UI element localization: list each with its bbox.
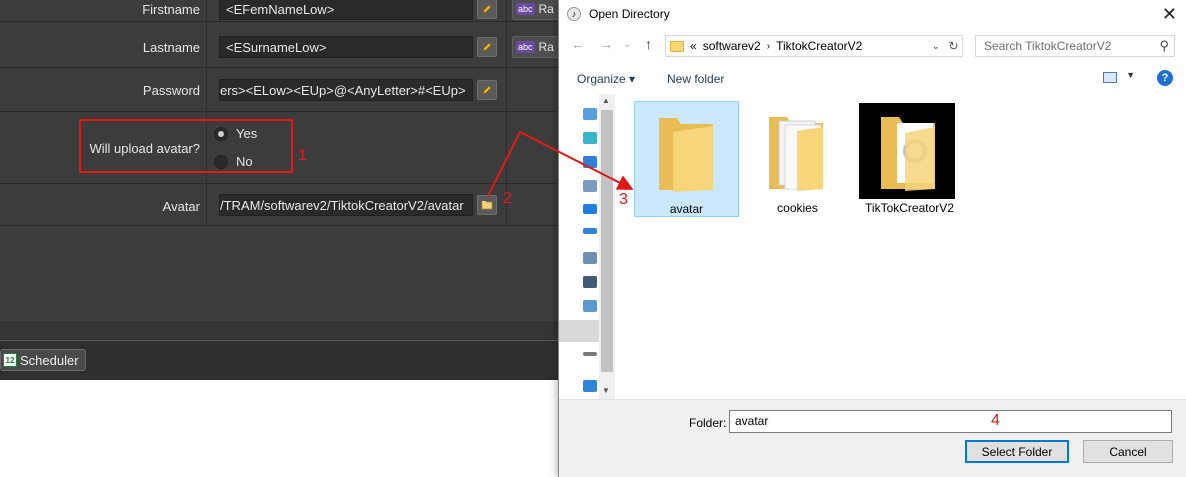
dialog-title: Open Directory	[589, 7, 670, 21]
annotation-3: 3	[619, 191, 628, 208]
folder-name: cookies	[777, 201, 818, 215]
scroll-down-icon[interactable]: ▼	[602, 386, 610, 395]
dialog-toolbar: Organize ▾ New folder ▼ ?	[559, 64, 1186, 94]
cancel-button[interactable]: Cancel	[1083, 440, 1173, 463]
scroll-up-icon[interactable]: ▲	[602, 96, 610, 105]
back-arrow-icon[interactable]: ←	[571, 36, 585, 52]
new-folder-button[interactable]: New folder	[667, 72, 724, 86]
avatar-row: Avatar /TRAM/softwarev2/TiktokCreatorV2/…	[0, 184, 560, 226]
random-button-label: Ra	[538, 40, 554, 54]
drive-icon[interactable]	[583, 300, 597, 312]
avatar-browse-button[interactable]	[477, 195, 497, 215]
password-label: Password	[142, 83, 200, 98]
avatar-label: Avatar	[162, 199, 200, 214]
videos-icon[interactable]	[583, 276, 597, 288]
folder-with-documents-icon	[769, 117, 823, 191]
folder-name: avatar	[669, 202, 704, 216]
close-icon[interactable]: ✕	[1162, 4, 1177, 25]
avatar-path-input[interactable]: /TRAM/softwarev2/TiktokCreatorV2/avatar	[219, 194, 473, 216]
firstname-input[interactable]: <EFemNameLow>	[219, 0, 473, 20]
search-placeholder: Search TiktokCreatorV2	[984, 39, 1112, 53]
navigation-bar: ← → ⌄ ↑ « softwarev2 › TiktokCreatorV2 ⌄…	[559, 32, 1186, 60]
annotation-1: 1	[298, 147, 307, 164]
abc-icon: abc	[516, 41, 535, 53]
music-icon[interactable]	[583, 228, 597, 234]
calendar-icon: 12	[3, 353, 17, 367]
this-pc-icon[interactable]	[583, 108, 597, 120]
breadcrumb-tiktokcreatorv2[interactable]: TiktokCreatorV2	[776, 39, 862, 53]
navigation-pane: ▲ ▼	[559, 94, 615, 399]
folder-item-avatar[interactable]: avatar	[634, 101, 739, 217]
objects-icon[interactable]	[583, 132, 597, 144]
nav-selected-item[interactable]	[559, 320, 603, 342]
folder-item-cookies[interactable]: cookies	[745, 101, 850, 217]
scheduler-label: Scheduler	[20, 352, 79, 368]
network-icon[interactable]	[583, 380, 597, 392]
background-app: Firstname <EFemNameLow> abc Ra Lastname …	[0, 0, 560, 380]
folder-name-input[interactable]: avatar	[729, 410, 1172, 433]
password-edit-button[interactable]	[477, 80, 497, 100]
firstname-row: Firstname <EFemNameLow> abc Ra	[0, 0, 560, 22]
scrollbar-thumb[interactable]	[601, 110, 613, 372]
folder-name: TikTokCreatorV2	[865, 201, 954, 215]
annotation-4: 4	[991, 412, 1000, 429]
annotation-2: 2	[503, 190, 512, 207]
password-value: ers><ELow><EUp>@<AnyLetter>#<EUp>	[220, 83, 466, 98]
refresh-icon[interactable]: ↻	[945, 35, 963, 57]
pencil-icon	[482, 42, 492, 52]
firstname-label: Firstname	[142, 2, 200, 17]
search-input[interactable]: Search TiktokCreatorV2 ⚲	[975, 35, 1175, 57]
folder-icon	[659, 118, 713, 192]
bottom-toolbar: 12 Scheduler	[0, 340, 560, 380]
address-bar[interactable]: « softwarev2 › TiktokCreatorV2 ⌄	[665, 35, 963, 57]
pencil-icon	[482, 4, 492, 14]
desktop-icon[interactable]	[583, 156, 597, 168]
view-options-icon[interactable]	[1103, 72, 1117, 83]
help-icon[interactable]: ?	[1157, 70, 1173, 86]
status-strip	[0, 322, 560, 340]
folder-icon	[481, 201, 493, 210]
open-directory-dialog: ♪ Open Directory ✕ ← → ⌄ ↑ « softwarev2 …	[558, 0, 1186, 477]
pictures-icon[interactable]	[583, 252, 597, 264]
abc-icon: abc	[516, 3, 535, 15]
search-icon: ⚲	[1159, 38, 1169, 53]
pencil-icon	[482, 85, 492, 95]
select-folder-button[interactable]: Select Folder	[965, 440, 1069, 463]
folder-label: Folder:	[689, 416, 727, 430]
documents-icon[interactable]	[583, 180, 597, 192]
firstname-random-button[interactable]: abc Ra	[512, 0, 560, 20]
dialog-footer: Folder: avatar 4 Select Folder Cancel	[559, 399, 1186, 477]
tiktok-app-icon: ♪	[567, 7, 581, 21]
view-dropdown-icon[interactable]: ▼	[1126, 70, 1135, 80]
lastname-row: Lastname <ESurnameLow> abc Ra	[0, 22, 560, 68]
firstname-edit-button[interactable]	[477, 0, 497, 19]
address-dropdown-icon[interactable]: ⌄	[932, 41, 940, 52]
lastname-input[interactable]: <ESurnameLow>	[219, 36, 473, 58]
random-button-label: Ra	[538, 2, 554, 16]
folder-with-gear-icon	[881, 117, 935, 191]
recent-chevron-icon[interactable]: ⌄	[623, 39, 631, 50]
organize-menu[interactable]: Organize ▾	[577, 72, 635, 86]
breadcrumb-separator-icon: ›	[766, 40, 771, 52]
folder-item-tiktokcreatorv2[interactable]: TikTokCreatorV2	[857, 101, 962, 217]
drive-icon[interactable]	[583, 352, 597, 356]
nav-scrollbar[interactable]: ▲ ▼	[599, 94, 615, 399]
breadcrumb-prefix: «	[690, 39, 697, 53]
scheduler-button[interactable]: 12 Scheduler	[0, 349, 86, 371]
up-arrow-icon[interactable]: ↑	[645, 36, 652, 52]
annotation-box-1	[79, 119, 293, 173]
folder-icon	[670, 40, 684, 52]
password-input[interactable]: ers><ELow><EUp>@<AnyLetter>#<EUp>	[219, 79, 473, 101]
lastname-random-button[interactable]: abc Ra	[512, 36, 560, 58]
lastname-label: Lastname	[142, 40, 200, 55]
dialog-titlebar: ♪ Open Directory ✕	[559, 0, 1186, 28]
breadcrumb-softwarev2[interactable]: softwarev2	[703, 39, 761, 53]
downloads-icon[interactable]	[583, 204, 597, 214]
avatar-path-value: /TRAM/softwarev2/TiktokCreatorV2/avatar	[220, 198, 464, 213]
lastname-edit-button[interactable]	[477, 37, 497, 57]
forward-arrow-icon[interactable]: →	[599, 36, 613, 52]
password-row: Password ers><ELow><EUp>@<AnyLetter>#<EU…	[0, 68, 560, 112]
